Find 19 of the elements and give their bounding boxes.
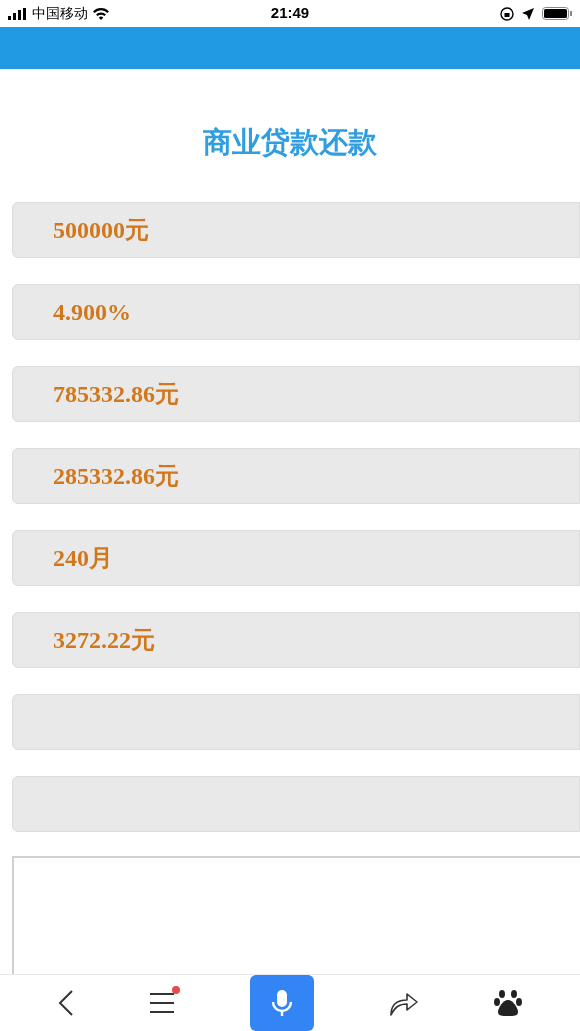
result-field: 240月 bbox=[12, 530, 580, 587]
signal-icon bbox=[8, 7, 28, 20]
wifi-icon bbox=[92, 7, 110, 21]
battery-icon bbox=[542, 7, 572, 21]
paw-icon[interactable] bbox=[494, 989, 523, 1017]
result-field: 785332.86元 bbox=[12, 366, 580, 423]
clock-time: 21:49 bbox=[270, 3, 310, 24]
result-field: 4.900% bbox=[12, 284, 580, 341]
voice-button[interactable] bbox=[249, 975, 314, 1031]
result-field: 500000元 bbox=[12, 202, 580, 259]
result-field: 3272.22元 bbox=[12, 612, 580, 669]
menu-icon[interactable] bbox=[148, 991, 175, 1015]
location-icon bbox=[522, 7, 534, 20]
carrier-name: 中国移动 bbox=[32, 4, 88, 24]
result-field: 285332.86元 bbox=[12, 448, 580, 505]
page-title: 商业贷款还款 bbox=[203, 123, 377, 161]
back-icon[interactable] bbox=[57, 989, 74, 1017]
rotation-lock-icon bbox=[500, 6, 514, 21]
microphone-icon bbox=[269, 989, 294, 1017]
